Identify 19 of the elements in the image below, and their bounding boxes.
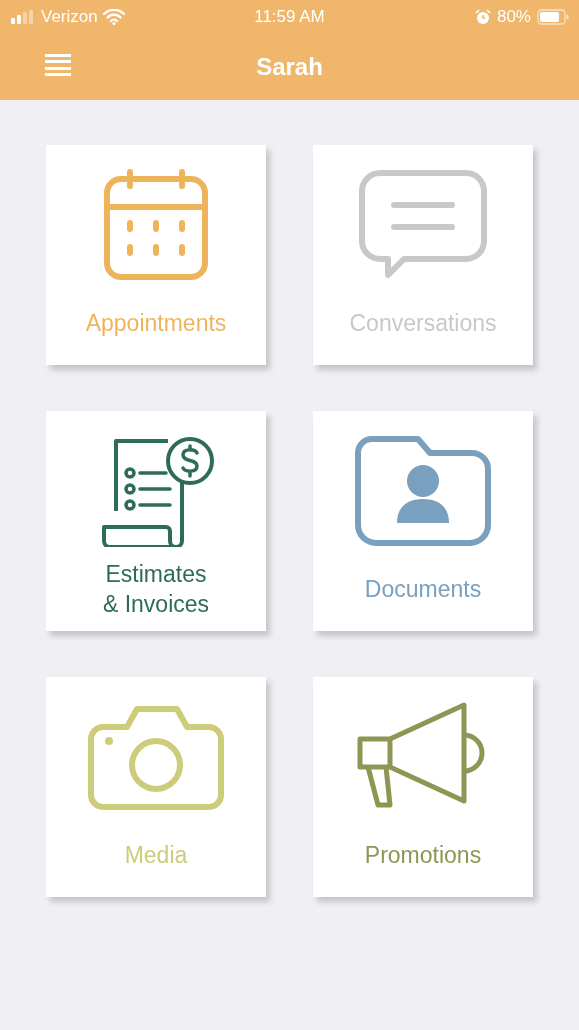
- tile-label: Estimates & Invoices: [102, 560, 210, 619]
- tile-label: Media: [124, 841, 188, 870]
- signal-icon: [10, 9, 36, 24]
- tile-label: Appointments: [85, 309, 227, 338]
- menu-tile[interactable]: Appointments: [46, 145, 266, 365]
- alarm-icon: [474, 8, 491, 25]
- menu-tile[interactable]: Documents: [313, 411, 533, 631]
- battery-icon: [537, 8, 569, 25]
- menu-tile[interactable]: Promotions: [313, 677, 533, 897]
- wifi-icon: [102, 8, 125, 25]
- carrier-name: Verizon: [41, 5, 98, 28]
- menu-icon[interactable]: [45, 54, 71, 76]
- page-title: Sarah: [256, 51, 323, 82]
- clock-time: 11:59 AM: [253, 5, 326, 28]
- menu-tile[interactable]: Estimates & Invoices: [46, 411, 266, 631]
- battery-percentage: 80%: [496, 5, 531, 28]
- tile-label: Promotions: [364, 841, 482, 870]
- menu-tile[interactable]: Media: [46, 677, 266, 897]
- tile-label: Documents: [364, 575, 482, 604]
